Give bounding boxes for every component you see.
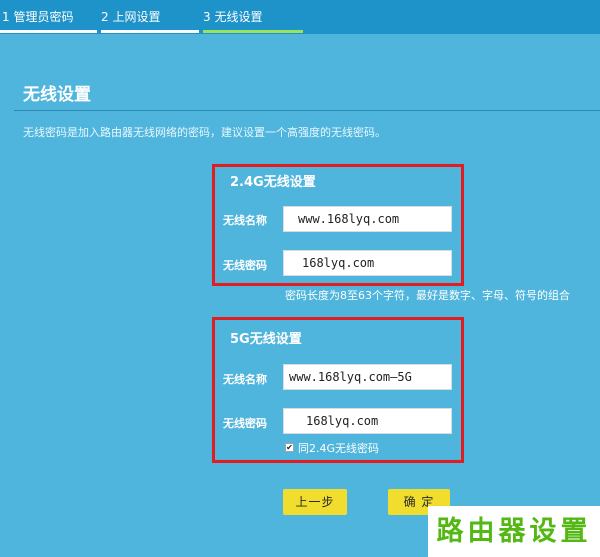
step-indicator-1 [0, 30, 97, 33]
same-password-checkbox[interactable]: ✔ [285, 443, 294, 452]
step-wireless-settings: 3 无线设置 [203, 10, 263, 24]
previous-step-button[interactable]: 上一步 [283, 489, 347, 515]
band24-password-label: 无线密码 [223, 259, 267, 272]
band5-password-input[interactable] [283, 408, 452, 434]
step-admin-password: 1 管理员密码 [2, 10, 74, 24]
same-password-label: 同2.4G无线密码 [298, 442, 380, 455]
watermark-logo: 路由器设置 [428, 506, 600, 557]
password-length-hint: 密码长度为8至63个字符，最好是数字、字母、符号的组合 [285, 289, 570, 302]
title-divider [14, 110, 600, 111]
band24-heading: 2.4G无线设置 [230, 175, 316, 190]
band5-name-input[interactable] [283, 364, 452, 390]
band24-name-label: 无线名称 [223, 214, 267, 227]
page-description: 无线密码是加入路由器无线网络的密码，建议设置一个高强度的无线密码。 [23, 126, 386, 139]
band5-name-label: 无线名称 [223, 373, 267, 386]
band24-password-input[interactable] [283, 250, 452, 276]
step-internet-settings: 2 上网设置 [101, 10, 161, 24]
band24-name-input[interactable] [283, 206, 452, 232]
page-title: 无线设置 [23, 85, 91, 105]
step-indicator-3-active [203, 30, 303, 33]
step-indicator-2 [101, 30, 199, 33]
step-bar: 1 管理员密码 2 上网设置 3 无线设置 [0, 0, 600, 34]
band5-password-label: 无线密码 [223, 417, 267, 430]
band5-heading: 5G无线设置 [230, 332, 302, 347]
